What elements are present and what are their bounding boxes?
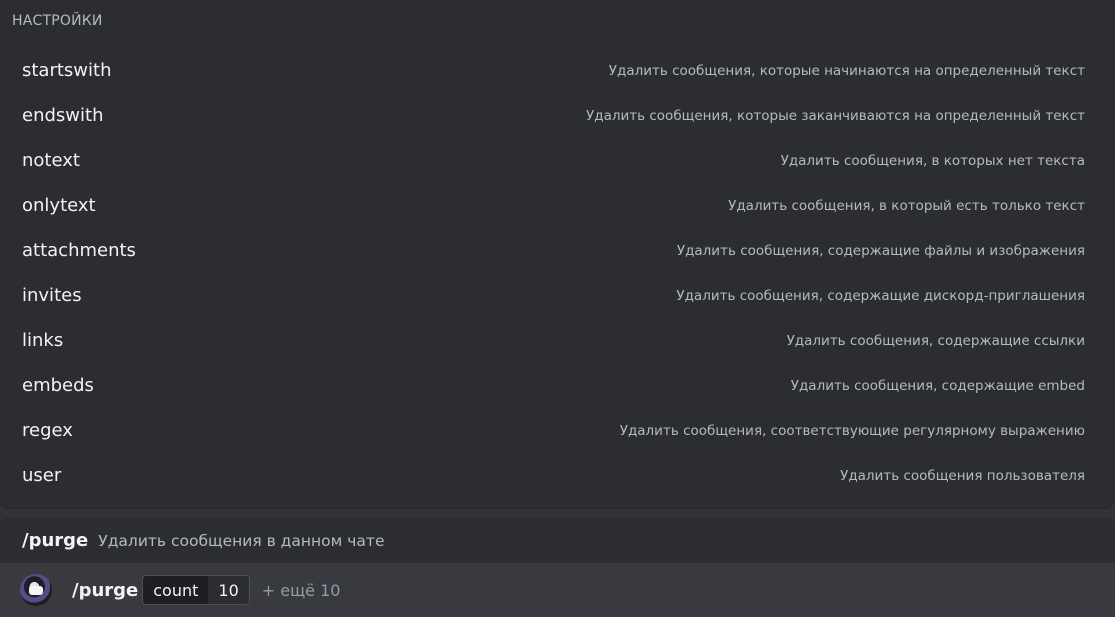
option-description: Удалить сообщения, которые начинаются на… <box>608 62 1085 79</box>
option-description: Удалить сообщения, содержащие ссылки <box>786 332 1085 349</box>
option-notext[interactable]: notext Удалить сообщения, в которых нет … <box>0 138 1113 183</box>
option-name: links <box>22 330 64 351</box>
command-description: Удалить сообщения в данном чате <box>98 531 385 550</box>
option-description: Удалить сообщения, в который есть только… <box>728 197 1085 214</box>
option-name: onlytext <box>22 195 96 216</box>
option-name: startswith <box>22 60 112 81</box>
option-name: invites <box>22 285 82 306</box>
option-user[interactable]: user Удалить сообщения пользователя <box>0 453 1113 498</box>
option-name: user <box>22 465 62 486</box>
option-attachments[interactable]: attachments Удалить сообщения, содержащи… <box>0 228 1113 273</box>
option-onlytext[interactable]: onlytext Удалить сообщения, в который ес… <box>0 183 1113 228</box>
option-description: Удалить сообщения, содержащие файлы и из… <box>676 242 1085 259</box>
command-name: /purge <box>22 530 89 551</box>
option-description: Удалить сообщения, содержащие embed <box>790 377 1085 394</box>
app-root: НАСТРОЙКИ startswith Удалить сообщения, … <box>0 0 1115 617</box>
option-endswith[interactable]: endswith Удалить сообщения, которые зака… <box>0 93 1113 138</box>
option-name: embeds <box>22 375 94 396</box>
option-description: Удалить сообщения, в которых нет текста <box>780 152 1085 169</box>
option-list: startswith Удалить сообщения, которые на… <box>0 48 1113 498</box>
message-input-bar[interactable]: /purge count 10 + ещё 10 <box>0 563 1115 617</box>
param-name: count <box>143 576 209 604</box>
option-startswith[interactable]: startswith Удалить сообщения, которые на… <box>0 48 1113 93</box>
option-invites[interactable]: invites Удалить сообщения, содержащие ди… <box>0 273 1113 318</box>
option-name: endswith <box>22 105 104 126</box>
options-popup: НАСТРОЙКИ startswith Удалить сообщения, … <box>0 0 1113 508</box>
option-description: Удалить сообщения, содержащие дискорд-пр… <box>676 287 1085 304</box>
option-name: regex <box>22 420 73 441</box>
option-name: notext <box>22 150 80 171</box>
option-embeds[interactable]: embeds Удалить сообщения, содержащие emb… <box>0 363 1113 408</box>
option-description: Удалить сообщения, соответствующие регул… <box>619 422 1085 439</box>
param-count-pill[interactable]: count 10 <box>142 575 250 605</box>
option-description: Удалить сообщения, которые заканчиваются… <box>586 107 1085 124</box>
command-preview[interactable]: /purge Удалить сообщения в данном чате <box>0 518 1115 563</box>
option-description: Удалить сообщения пользователя <box>840 467 1085 484</box>
param-value-input[interactable]: 10 <box>208 576 249 604</box>
option-name: attachments <box>22 240 136 261</box>
option-links[interactable]: links Удалить сообщения, содержащие ссыл… <box>0 318 1113 363</box>
more-params-link[interactable]: + ещё 10 <box>262 581 341 600</box>
section-header: НАСТРОЙКИ <box>12 13 103 29</box>
input-command: /purge <box>72 579 139 601</box>
bot-avatar <box>20 574 52 606</box>
option-regex[interactable]: regex Удалить сообщения, соответствующие… <box>0 408 1113 453</box>
